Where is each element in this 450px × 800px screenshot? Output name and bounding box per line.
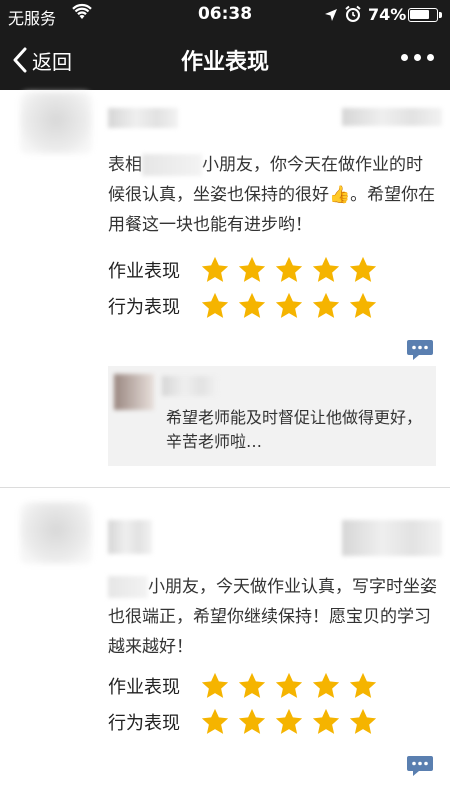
star-icon [201, 708, 229, 734]
star-icon [349, 256, 377, 282]
star-icon [312, 292, 340, 318]
rating-row-behavior: 行为表现 [108, 705, 378, 739]
star-icon [275, 292, 303, 318]
star-icon [275, 256, 303, 282]
star-icon [349, 672, 377, 698]
rating-row-homework: 作业表现 [108, 669, 378, 703]
star-icon [201, 672, 229, 698]
alarm-icon [344, 5, 362, 27]
star-icon [312, 672, 340, 698]
more-button[interactable] [401, 54, 434, 61]
star-rating [200, 255, 378, 285]
battery-percent: 74% [368, 5, 407, 24]
star-icon [238, 672, 266, 698]
rating-label: 行为表现 [108, 713, 180, 734]
rating-row-behavior: 行为表现 [108, 289, 378, 323]
rating-label: 行为表现 [108, 297, 180, 318]
battery-icon [408, 8, 442, 22]
back-button[interactable]: 返回 [12, 46, 72, 74]
location-arrow-icon [324, 7, 338, 26]
comment-text: 表相 小朋友，你今天在做作业的时候很认真，坐姿也保持的很好👍。希望你在用餐这一块也… [108, 154, 436, 235]
ellipsis-icon [401, 54, 408, 61]
timestamp [342, 520, 442, 556]
reply-text: 希望老师能及时督促让他做得更好，辛苦老师啦… [166, 408, 423, 451]
avatar[interactable] [20, 92, 92, 154]
star-icon [312, 256, 340, 282]
rating-label: 作业表现 [108, 261, 180, 282]
star-rating [200, 707, 378, 737]
back-label: 返回 [32, 49, 72, 74]
comment-icon[interactable] [406, 338, 434, 362]
rating-row-homework: 作业表现 [108, 253, 378, 287]
star-icon [201, 256, 229, 282]
status-bar: 无服务 06:38 74% [0, 0, 450, 30]
star-icon [349, 292, 377, 318]
star-icon [349, 708, 377, 734]
chevron-left-icon [13, 47, 27, 73]
reply-box: 希望老师能及时督促让他做得更好，辛苦老师啦… [108, 366, 436, 466]
star-icon [275, 708, 303, 734]
teacher-name [108, 108, 178, 128]
reply-avatar [114, 374, 154, 410]
blurred-name [142, 154, 202, 176]
comment-text: 小朋友，今天做作业认真，写字时坐姿也很端正，希望你继续保持！愿宝贝的学习越来越好… [108, 576, 437, 657]
star-icon [238, 708, 266, 734]
nav-bar: 返回 作业表现 [0, 30, 450, 90]
timestamp [342, 108, 442, 126]
divider [0, 487, 450, 488]
star-rating [200, 291, 378, 321]
star-icon [238, 292, 266, 318]
star-rating [200, 671, 378, 701]
star-icon [312, 708, 340, 734]
reply-author [162, 376, 218, 396]
avatar[interactable] [20, 502, 92, 564]
star-icon [201, 292, 229, 318]
comment-icon[interactable] [406, 754, 434, 778]
teacher-name [108, 520, 152, 554]
star-icon [238, 256, 266, 282]
star-icon [275, 672, 303, 698]
rating-label: 作业表现 [108, 677, 180, 698]
blurred-name [108, 576, 148, 598]
